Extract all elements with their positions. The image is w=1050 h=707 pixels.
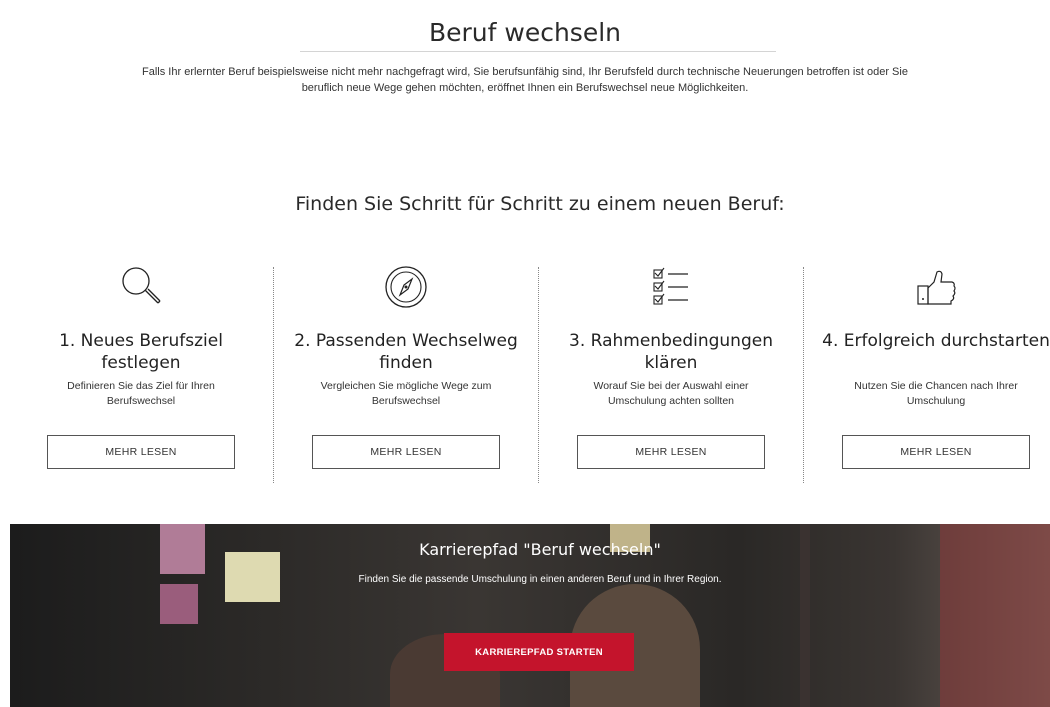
page-title: Beruf wechseln <box>428 18 622 47</box>
magnifier-icon <box>116 262 166 312</box>
steps-heading: Finden Sie Schritt für Schritt zu einem … <box>295 193 785 215</box>
read-more-button[interactable]: MEHR LESEN <box>47 435 235 469</box>
step-card-3: 3. Rahmenbedingungen klären Worauf Sie b… <box>538 262 804 487</box>
step-title: 3. Rahmenbedingungen klären <box>569 331 773 373</box>
step-title: 1. Neues Berufsziel festlegen <box>59 331 223 373</box>
step-description: Worauf Sie bei der Auswahl einer Umschul… <box>593 380 749 407</box>
read-more-button[interactable]: MEHR LESEN <box>842 435 1030 469</box>
step-description: Nutzen Sie die Chancen nach Ihrer Umschu… <box>854 380 1018 407</box>
thumbs-up-icon <box>911 262 961 312</box>
sticky-note-decoration <box>160 584 198 624</box>
step-description: Vergleichen Sie mögliche Wege zum Berufs… <box>320 380 492 407</box>
banner-title: Karrierepfad "Beruf wechseln" <box>419 540 661 559</box>
banner-subtitle: Finden Sie die passende Umschulung in ei… <box>358 574 722 585</box>
checklist-icon <box>646 262 696 312</box>
title-divider <box>300 51 776 52</box>
read-more-button[interactable]: MEHR LESEN <box>577 435 765 469</box>
step-title: 4. Erfolgreich durchstarten <box>822 331 1050 351</box>
intro-text: Falls Ihr erlernter Beruf beispielsweise… <box>142 66 908 94</box>
steps-row: 1. Neues Berufsziel festlegen Definieren… <box>0 262 1050 487</box>
step-description: Definieren Sie das Ziel für Ihren Berufs… <box>67 380 215 407</box>
start-career-path-button[interactable]: KARRIEREPFAD STARTEN <box>444 633 634 671</box>
career-path-banner: Karrierepfad "Beruf wechseln" Finden Sie… <box>10 524 1050 707</box>
read-more-button[interactable]: MEHR LESEN <box>312 435 500 469</box>
compass-icon <box>381 262 431 312</box>
step-card-2: 2. Passenden Wechselweg finden Vergleich… <box>273 262 539 487</box>
step-card-4: 4. Erfolgreich durchstarten Nutzen Sie d… <box>803 262 1050 487</box>
step-card-1: 1. Neues Berufsziel festlegen Definieren… <box>8 262 274 487</box>
sticky-note-decoration <box>225 552 280 602</box>
step-title: 2. Passenden Wechselweg finden <box>294 331 518 373</box>
